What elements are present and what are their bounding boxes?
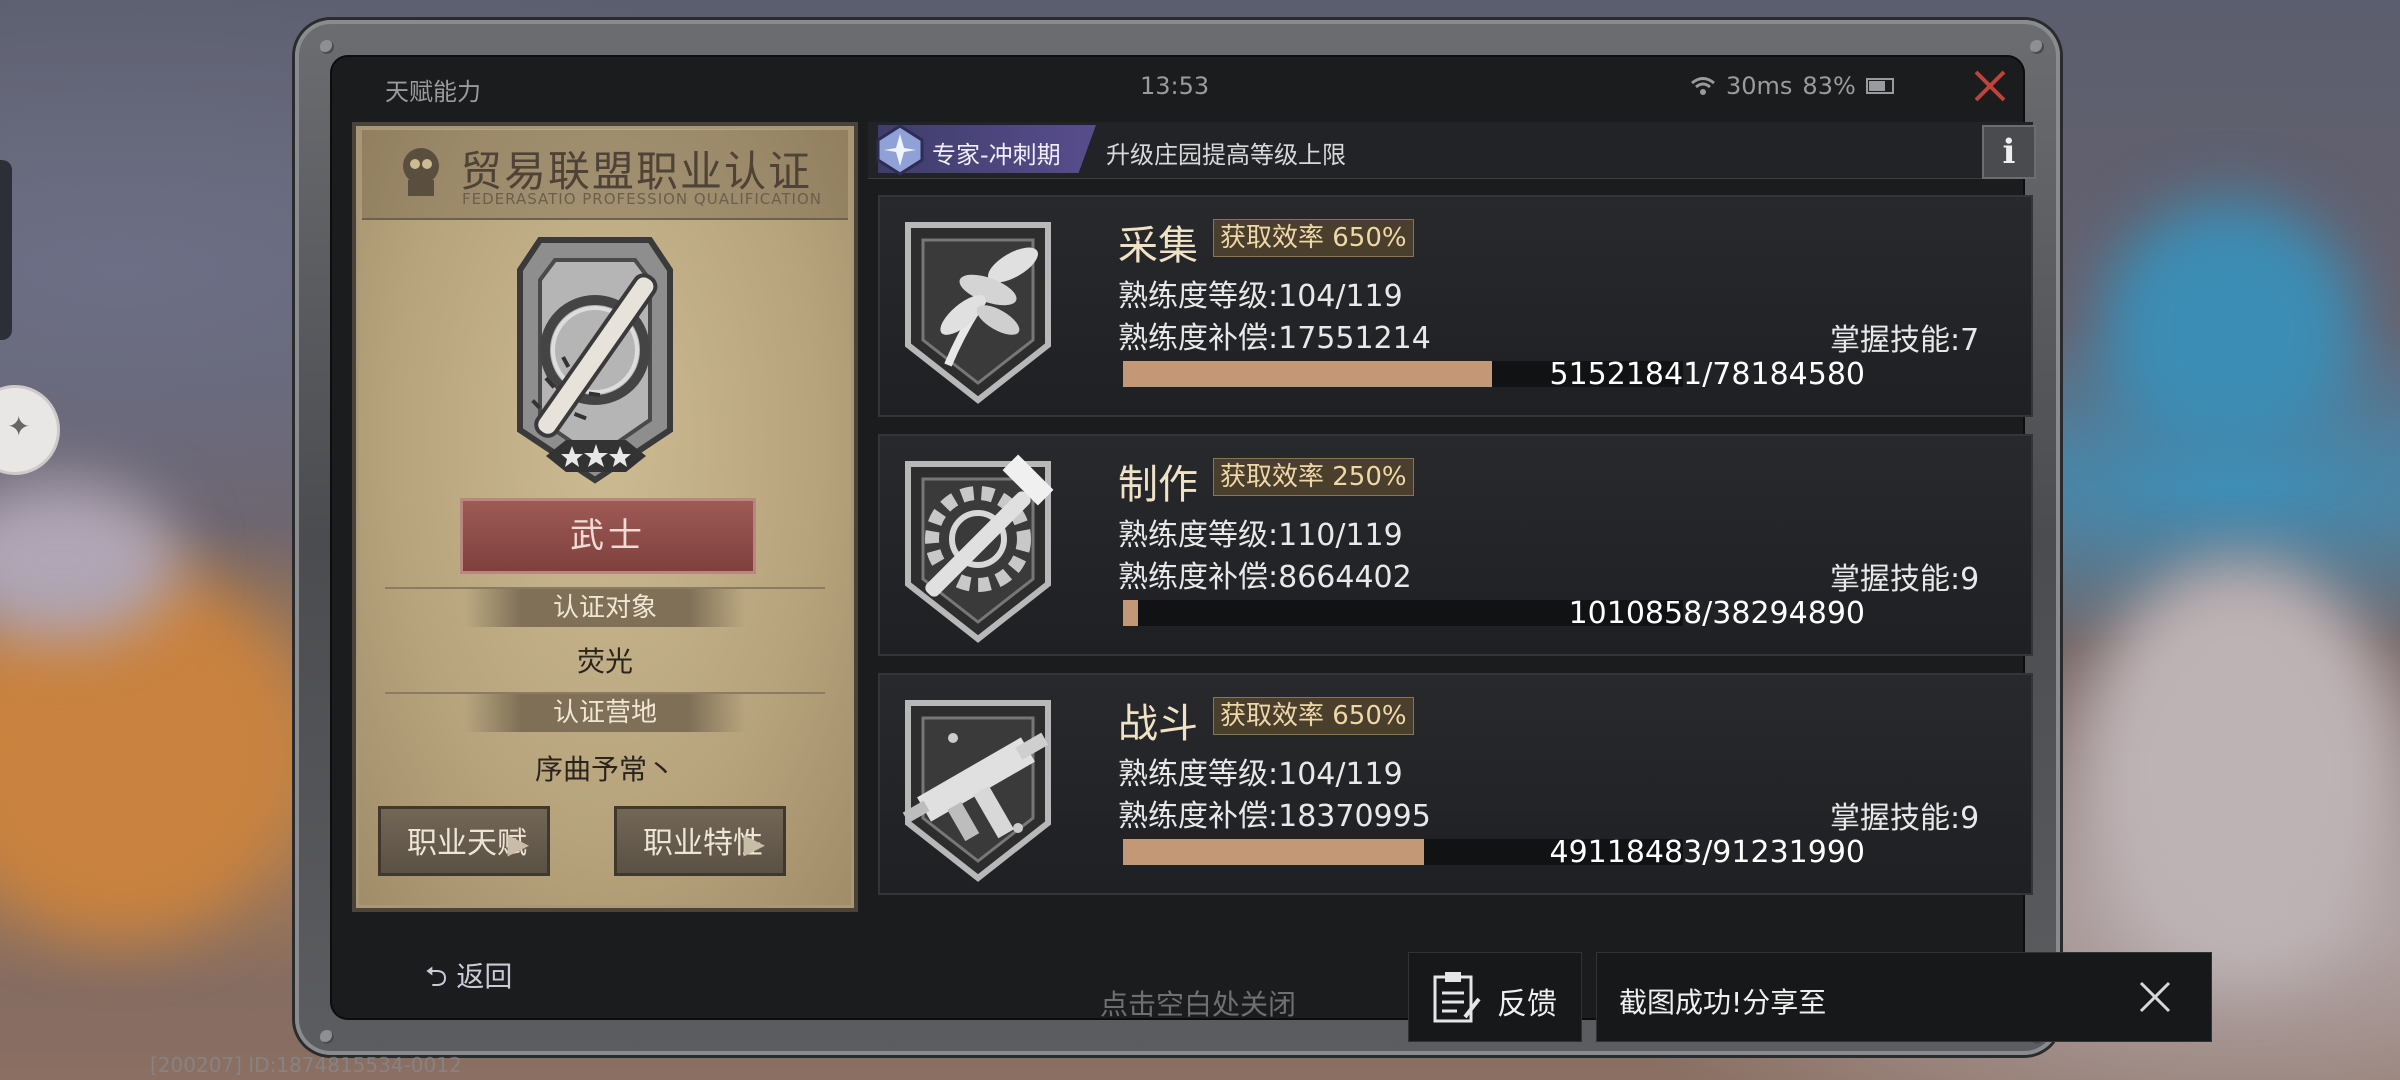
puzzle-icon: ✦ <box>7 410 31 443</box>
rivet <box>320 1030 334 1044</box>
efficiency-badge: 获取效率 650% <box>1213 219 1414 257</box>
target-label: 认证对象 <box>465 589 745 627</box>
back-label: 返回 <box>456 960 513 993</box>
skill-row-gather: 采集 获取效率 650% 熟练度等级:104/119 熟练度补偿:1755121… <box>878 195 2033 417</box>
rank-tag-text: 专家-冲刺期 <box>932 141 1061 169</box>
background-blob <box>2080 560 2400 980</box>
hammer-gear-icon <box>905 454 1054 643</box>
leaf-icon <box>905 222 1051 404</box>
skills-mastered: 掌握技能:9 <box>1830 562 1980 597</box>
efficiency-badge: 获取效率 250% <box>1213 458 1414 496</box>
close-icon[interactable] <box>2137 979 2173 1015</box>
skill-name: 采集 <box>1118 223 1198 269</box>
toast-message: 截图成功!分享至 <box>1619 986 1827 1019</box>
battery-icon <box>1865 78 1894 94</box>
progress-text: 51521841/78184580 <box>1549 357 1866 392</box>
upgrade-hint: 升级庄园提高等级上限 <box>1106 141 1346 169</box>
feedback-label: 反馈 <box>1497 987 1557 1022</box>
wifi-icon <box>1691 77 1715 95</box>
rivet <box>320 40 334 54</box>
skill-level: 熟练度等级:110/119 <box>1118 518 1403 553</box>
target-value: 荧光 <box>576 645 633 678</box>
mascot-logo-icon <box>403 148 439 196</box>
skill-compensation: 熟练度补偿:8664402 <box>1118 560 1412 595</box>
chevron-right-icon: ▶ <box>743 827 765 860</box>
player-id-watermark: [200207] ID:1874815534-0012 <box>150 1053 462 1077</box>
diamond-rank-icon <box>876 124 924 176</box>
status-bar: 30ms 83% <box>1690 72 1894 100</box>
skill-compensation: 熟练度补偿:18370995 <box>1118 799 1431 834</box>
close-icon[interactable] <box>1968 64 2012 108</box>
back-button[interactable]: ⮌ 返回 <box>425 955 512 1004</box>
back-arrow-icon: ⮌ <box>425 960 448 993</box>
clock: 13:53 <box>1140 72 1210 100</box>
skill-level: 熟练度等级:104/119 <box>1118 757 1403 792</box>
class-name-button[interactable]: 武士 <box>460 498 756 574</box>
career-talent-button[interactable]: 职业天赋 ▶ <box>378 806 550 876</box>
skill-name: 制作 <box>1118 462 1198 508</box>
star-rating <box>546 440 646 472</box>
feedback-button[interactable]: 反馈 <box>1408 952 1582 1042</box>
camp-value: 序曲予常丶 <box>534 753 675 786</box>
clipboard-icon <box>1433 972 1481 1023</box>
info-button[interactable]: i <box>1982 125 2036 179</box>
skills-mastered: 掌握技能:9 <box>1830 801 1980 836</box>
efficiency-badge: 获取效率 650% <box>1213 697 1414 735</box>
rivet <box>2030 40 2044 54</box>
screenshot-toast: 截图成功!分享至 <box>1596 952 2212 1042</box>
skill-compensation: 熟练度补偿:17551214 <box>1118 321 1431 356</box>
skill-row-craft: 制作 获取效率 250% 熟练度等级:110/119 熟练度补偿:8664402… <box>878 434 2033 656</box>
progress-fill <box>1123 361 1493 387</box>
progress-fill <box>1123 839 1425 865</box>
floating-assist-button[interactable]: ✦ <box>0 385 60 475</box>
background-blob <box>2100 200 2360 460</box>
close-hint: 点击空白处关闭 <box>1100 988 1297 1021</box>
chevron-right-icon: ▶ <box>507 827 529 860</box>
gun-icon <box>902 700 1051 882</box>
skill-name: 战斗 <box>1118 701 1198 747</box>
camp-label: 认证营地 <box>465 694 745 732</box>
skill-level: 熟练度等级:104/119 <box>1118 279 1403 314</box>
skills-mastered: 掌握技能:7 <box>1830 323 1980 358</box>
career-trait-button[interactable]: 职业特性 ▶ <box>614 806 786 876</box>
progress-text: 49118483/91231990 <box>1549 835 1866 870</box>
battery-value: 83% <box>1802 72 1856 100</box>
side-handle[interactable] <box>0 160 12 340</box>
ping-value: 30ms <box>1726 72 1793 100</box>
progress-text: 1010858/38294890 <box>1568 596 1865 631</box>
card-subtitle: FEDERASATIO PROFESSION QUALIFICATION <box>462 190 822 208</box>
screen-title: 天赋能力 <box>385 78 481 106</box>
skill-row-combat: 战斗 获取效率 650% 熟练度等级:104/119 熟练度补偿:1837099… <box>878 673 2033 895</box>
progress-fill <box>1123 600 1138 626</box>
